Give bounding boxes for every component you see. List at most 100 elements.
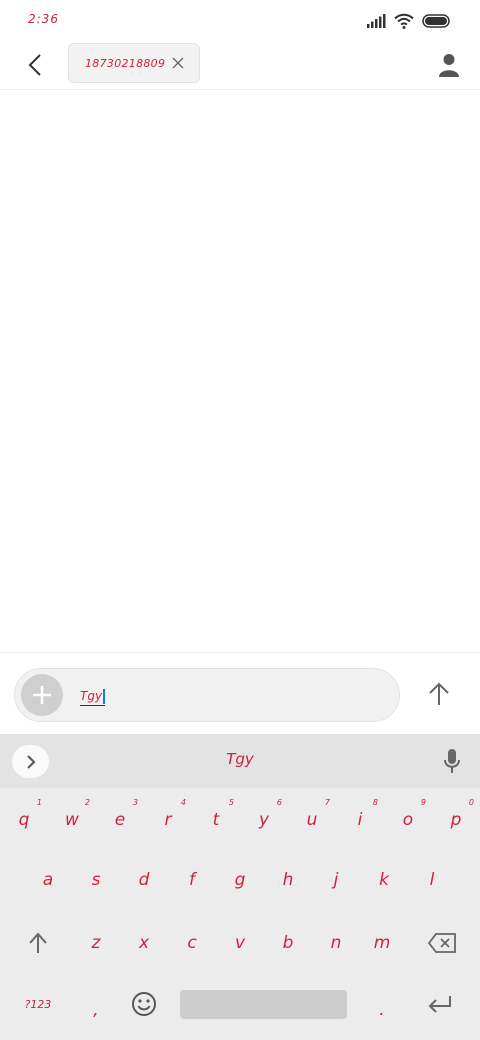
key-t[interactable]: t5 <box>192 790 240 850</box>
key-label: b <box>282 933 294 953</box>
key-l[interactable]: l <box>408 850 456 910</box>
key-v[interactable]: v <box>216 913 264 973</box>
key-hint: 5 <box>228 798 234 807</box>
back-arrow-icon <box>28 54 41 76</box>
key-label: h <box>282 870 294 890</box>
key-o[interactable]: o9 <box>384 790 432 850</box>
emoji-icon <box>132 992 156 1016</box>
key-label: t <box>212 810 220 830</box>
key-r[interactable]: r4 <box>144 790 192 850</box>
key-label: v <box>234 933 246 953</box>
key-b[interactable]: b <box>264 913 312 973</box>
key-k[interactable]: k <box>360 850 408 910</box>
send-button[interactable] <box>420 675 458 713</box>
key-hint: 9 <box>420 798 426 807</box>
key-hint: 4 <box>180 798 186 807</box>
backspace-key[interactable] <box>418 913 466 973</box>
message-text-value: Tgy <box>80 689 103 703</box>
person-icon <box>439 54 459 77</box>
key-s[interactable]: s <box>72 850 120 910</box>
key-f[interactable]: f <box>168 850 216 910</box>
microphone-icon <box>444 749 460 773</box>
key-hint: 0 <box>468 798 474 807</box>
key-hint: 1 <box>36 798 42 807</box>
key-label: z <box>91 933 101 953</box>
wifi-icon <box>394 13 414 29</box>
close-icon[interactable] <box>171 56 185 70</box>
shift-key[interactable] <box>14 913 62 973</box>
status-bar: 2:36 <box>0 0 480 40</box>
contact-button[interactable] <box>432 48 466 82</box>
text-cursor <box>103 689 105 704</box>
suggestion-word[interactable]: Tgy <box>0 750 480 768</box>
key-hint: 6 <box>276 798 282 807</box>
status-icons <box>366 12 452 30</box>
voice-input-button[interactable] <box>438 747 466 775</box>
key-label: x <box>138 933 150 953</box>
back-button[interactable] <box>18 48 52 82</box>
key-c[interactable]: c <box>168 913 216 973</box>
space-key[interactable] <box>180 990 347 1019</box>
attach-button[interactable] <box>21 674 63 716</box>
message-text: Tgy <box>80 689 105 706</box>
key-label: g <box>234 870 246 890</box>
key-label: o <box>402 810 414 830</box>
key-d[interactable]: d <box>120 850 168 910</box>
key-row-2: a s d f g h j k l <box>0 850 480 910</box>
key-label: a <box>42 870 54 890</box>
key-label: u <box>306 810 318 830</box>
compose-bar: Tgy <box>0 652 480 734</box>
key-hint: 7 <box>324 798 330 807</box>
key-a[interactable]: a <box>24 850 72 910</box>
send-arrow-icon <box>429 682 449 705</box>
emoji-key[interactable] <box>120 974 168 1034</box>
key-label: r <box>164 810 172 830</box>
key-m[interactable]: m <box>358 913 406 973</box>
suggestion-strip: Tgy <box>0 734 480 788</box>
key-q[interactable]: q1 <box>0 790 48 850</box>
key-label: w <box>65 810 79 830</box>
key-label: s <box>91 870 101 890</box>
message-list <box>0 91 480 651</box>
key-label: k <box>379 870 389 890</box>
recipient-chip[interactable]: 18730218809 <box>68 43 200 83</box>
plus-icon <box>33 686 51 704</box>
signal-icon <box>367 14 386 28</box>
key-i[interactable]: i8 <box>336 790 384 850</box>
key-x[interactable]: x <box>120 913 168 973</box>
key-label: l <box>429 870 435 890</box>
backspace-icon <box>428 933 456 953</box>
key-n[interactable]: n <box>312 913 360 973</box>
period-key[interactable]: . <box>358 974 406 1034</box>
key-y[interactable]: y6 <box>240 790 288 850</box>
key-label: q <box>18 810 30 830</box>
key-label: c <box>187 933 197 953</box>
key-g[interactable]: g <box>216 850 264 910</box>
key-u[interactable]: u7 <box>288 790 336 850</box>
symbols-key[interactable]: ?123 <box>14 974 62 1034</box>
key-z[interactable]: z <box>72 913 120 973</box>
key-label: f <box>189 870 195 890</box>
key-label: e <box>114 810 126 830</box>
key-label: j <box>333 870 339 890</box>
key-label: n <box>330 933 342 953</box>
return-icon <box>428 996 451 1013</box>
key-p[interactable]: p0 <box>432 790 480 850</box>
key-hint: 8 <box>372 798 378 807</box>
key-hint: 3 <box>132 798 138 807</box>
key-label: i <box>357 810 363 830</box>
key-h[interactable]: h <box>264 850 312 910</box>
keyboard: Tgy q1 w2 e3 r4 t5 y6 u7 i8 o9 p0 a s d … <box>0 734 480 1040</box>
key-j[interactable]: j <box>312 850 360 910</box>
key-hint: 2 <box>84 798 90 807</box>
recipient-number: 18730218809 <box>85 56 166 70</box>
conversation-header: 18730218809 <box>0 40 480 90</box>
key-label: p <box>450 810 462 830</box>
key-w[interactable]: w2 <box>48 790 96 850</box>
comma-key[interactable]: , <box>72 974 120 1034</box>
enter-key[interactable] <box>416 974 464 1034</box>
message-input[interactable]: Tgy <box>14 668 400 722</box>
key-e[interactable]: e3 <box>96 790 144 850</box>
status-time: 2:36 <box>28 12 59 26</box>
battery-icon <box>422 14 450 28</box>
